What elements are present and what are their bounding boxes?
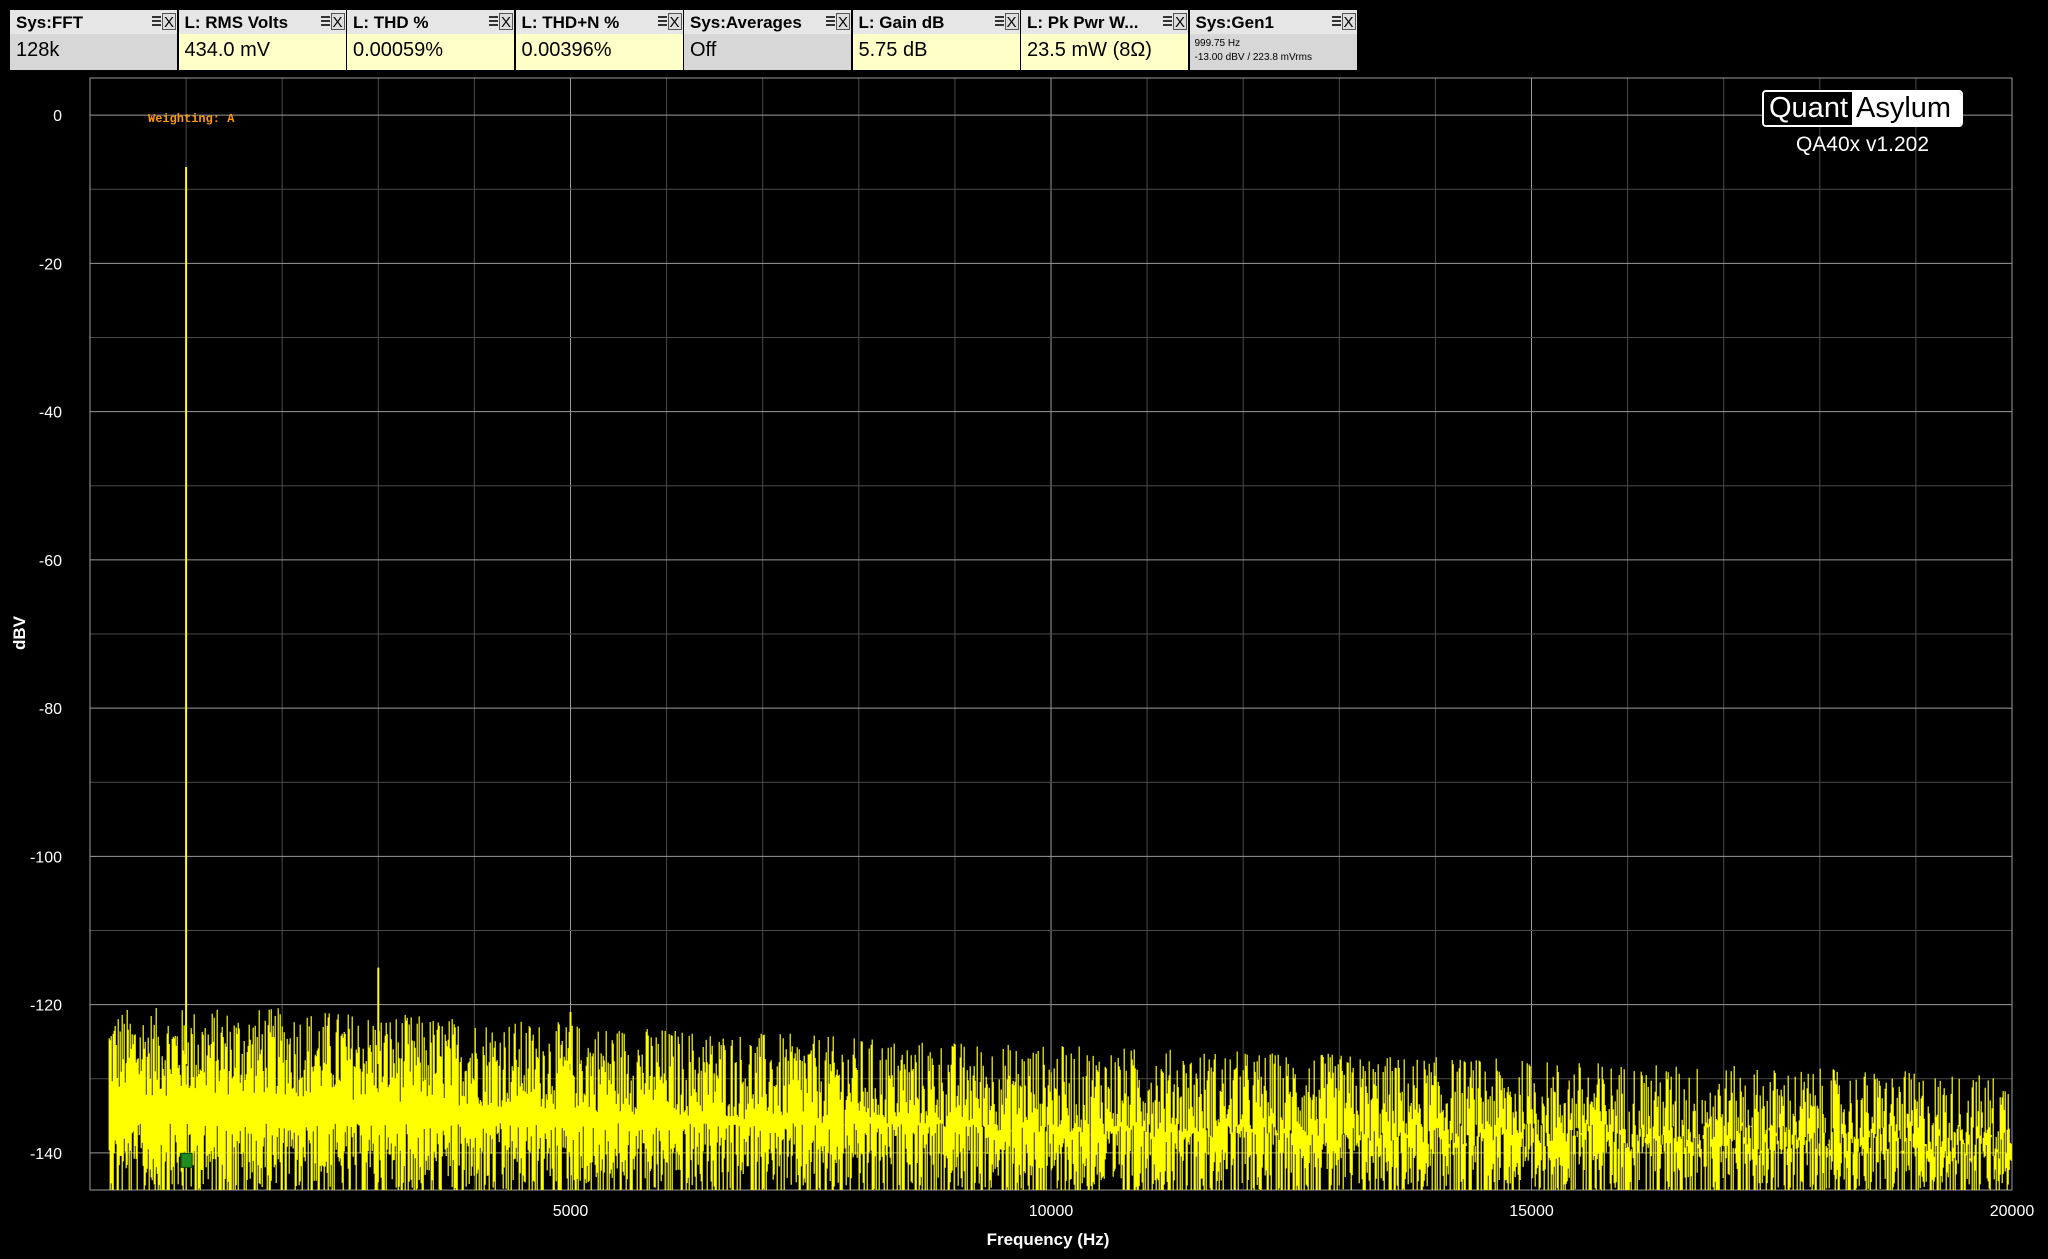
fft-chart[interactable]: 0 -20 -40 -60 -80 -100 -120 -140 5000 10000 15000 2… (0, 0, 2048, 1259)
y-axis-label: dBV (10, 615, 29, 650)
x-tick-label: 5000 (553, 1203, 589, 1220)
logo-quant-text: Quant (1764, 92, 1852, 125)
y-tick-label: -80 (39, 701, 62, 718)
version-label: QA40x v1.202 (1795, 133, 1930, 156)
weighting-annotation: Weighting: A (148, 112, 235, 126)
qa40x-analyzer-window: Sys:FFT X 128k L: RMS Volts X 434.0 mV L: THD … (0, 0, 2048, 1259)
y-tick-label: -140 (30, 1146, 62, 1163)
x-tick-label: 15000 (1509, 1203, 1554, 1220)
y-tick-label: -100 (30, 849, 62, 866)
y-tick-label: -20 (39, 256, 62, 273)
x-tick-label: 10000 (1029, 1203, 1074, 1220)
x-axis-label: Frequency (Hz) (987, 1230, 1110, 1249)
y-tick-label: -60 (39, 553, 62, 570)
y-tick-label: 0 (53, 108, 62, 125)
cursor-marker (180, 1152, 193, 1168)
logo-asylum-text: Asylum (1852, 92, 1961, 125)
x-tick-label: 20000 (1990, 1203, 2035, 1220)
y-tick-label: -40 (39, 405, 62, 422)
quantasylum-logo: Quant Asylum (1762, 90, 1963, 127)
y-tick-label: -120 (30, 998, 62, 1015)
